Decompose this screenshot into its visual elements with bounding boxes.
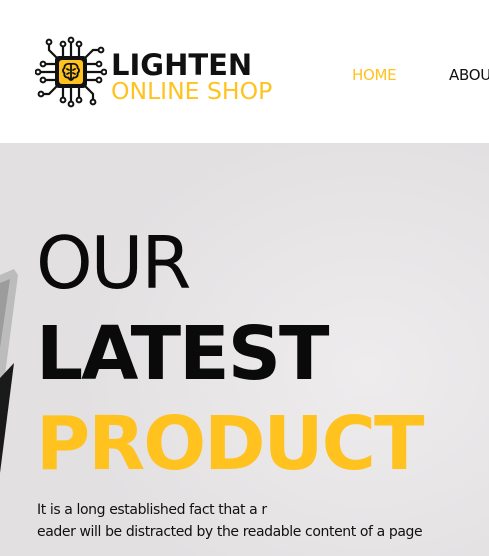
hero-description-line: It is a long established fact that a r — [37, 502, 267, 518]
logo-title: LIGHTEN — [111, 48, 253, 82]
hero-heading-line-2: LATEST — [36, 311, 329, 397]
hero-heading-line-1: OUR — [36, 221, 191, 305]
circuit-brain-icon — [35, 36, 107, 108]
hero-description: It is a long established fact that a r e… — [37, 499, 487, 543]
site-logo[interactable]: LIGHTEN ONLINE SHOP — [35, 36, 295, 108]
nav-item-home[interactable]: HOME — [352, 66, 397, 84]
page: LIGHTEN ONLINE SHOP HOME ABOUT OUR LATES… — [0, 0, 489, 556]
nav-item-about[interactable]: ABOUT — [449, 66, 489, 84]
hero-description-line: eader will be distracted by the readable… — [37, 524, 423, 540]
site-header: LIGHTEN ONLINE SHOP HOME ABOUT — [0, 0, 489, 143]
hero-banner: OUR LATEST PRODUCT It is a long establis… — [0, 143, 489, 556]
hero-heading-line-3: PRODUCT — [36, 401, 424, 487]
logo-subtitle: ONLINE SHOP — [111, 77, 273, 105]
